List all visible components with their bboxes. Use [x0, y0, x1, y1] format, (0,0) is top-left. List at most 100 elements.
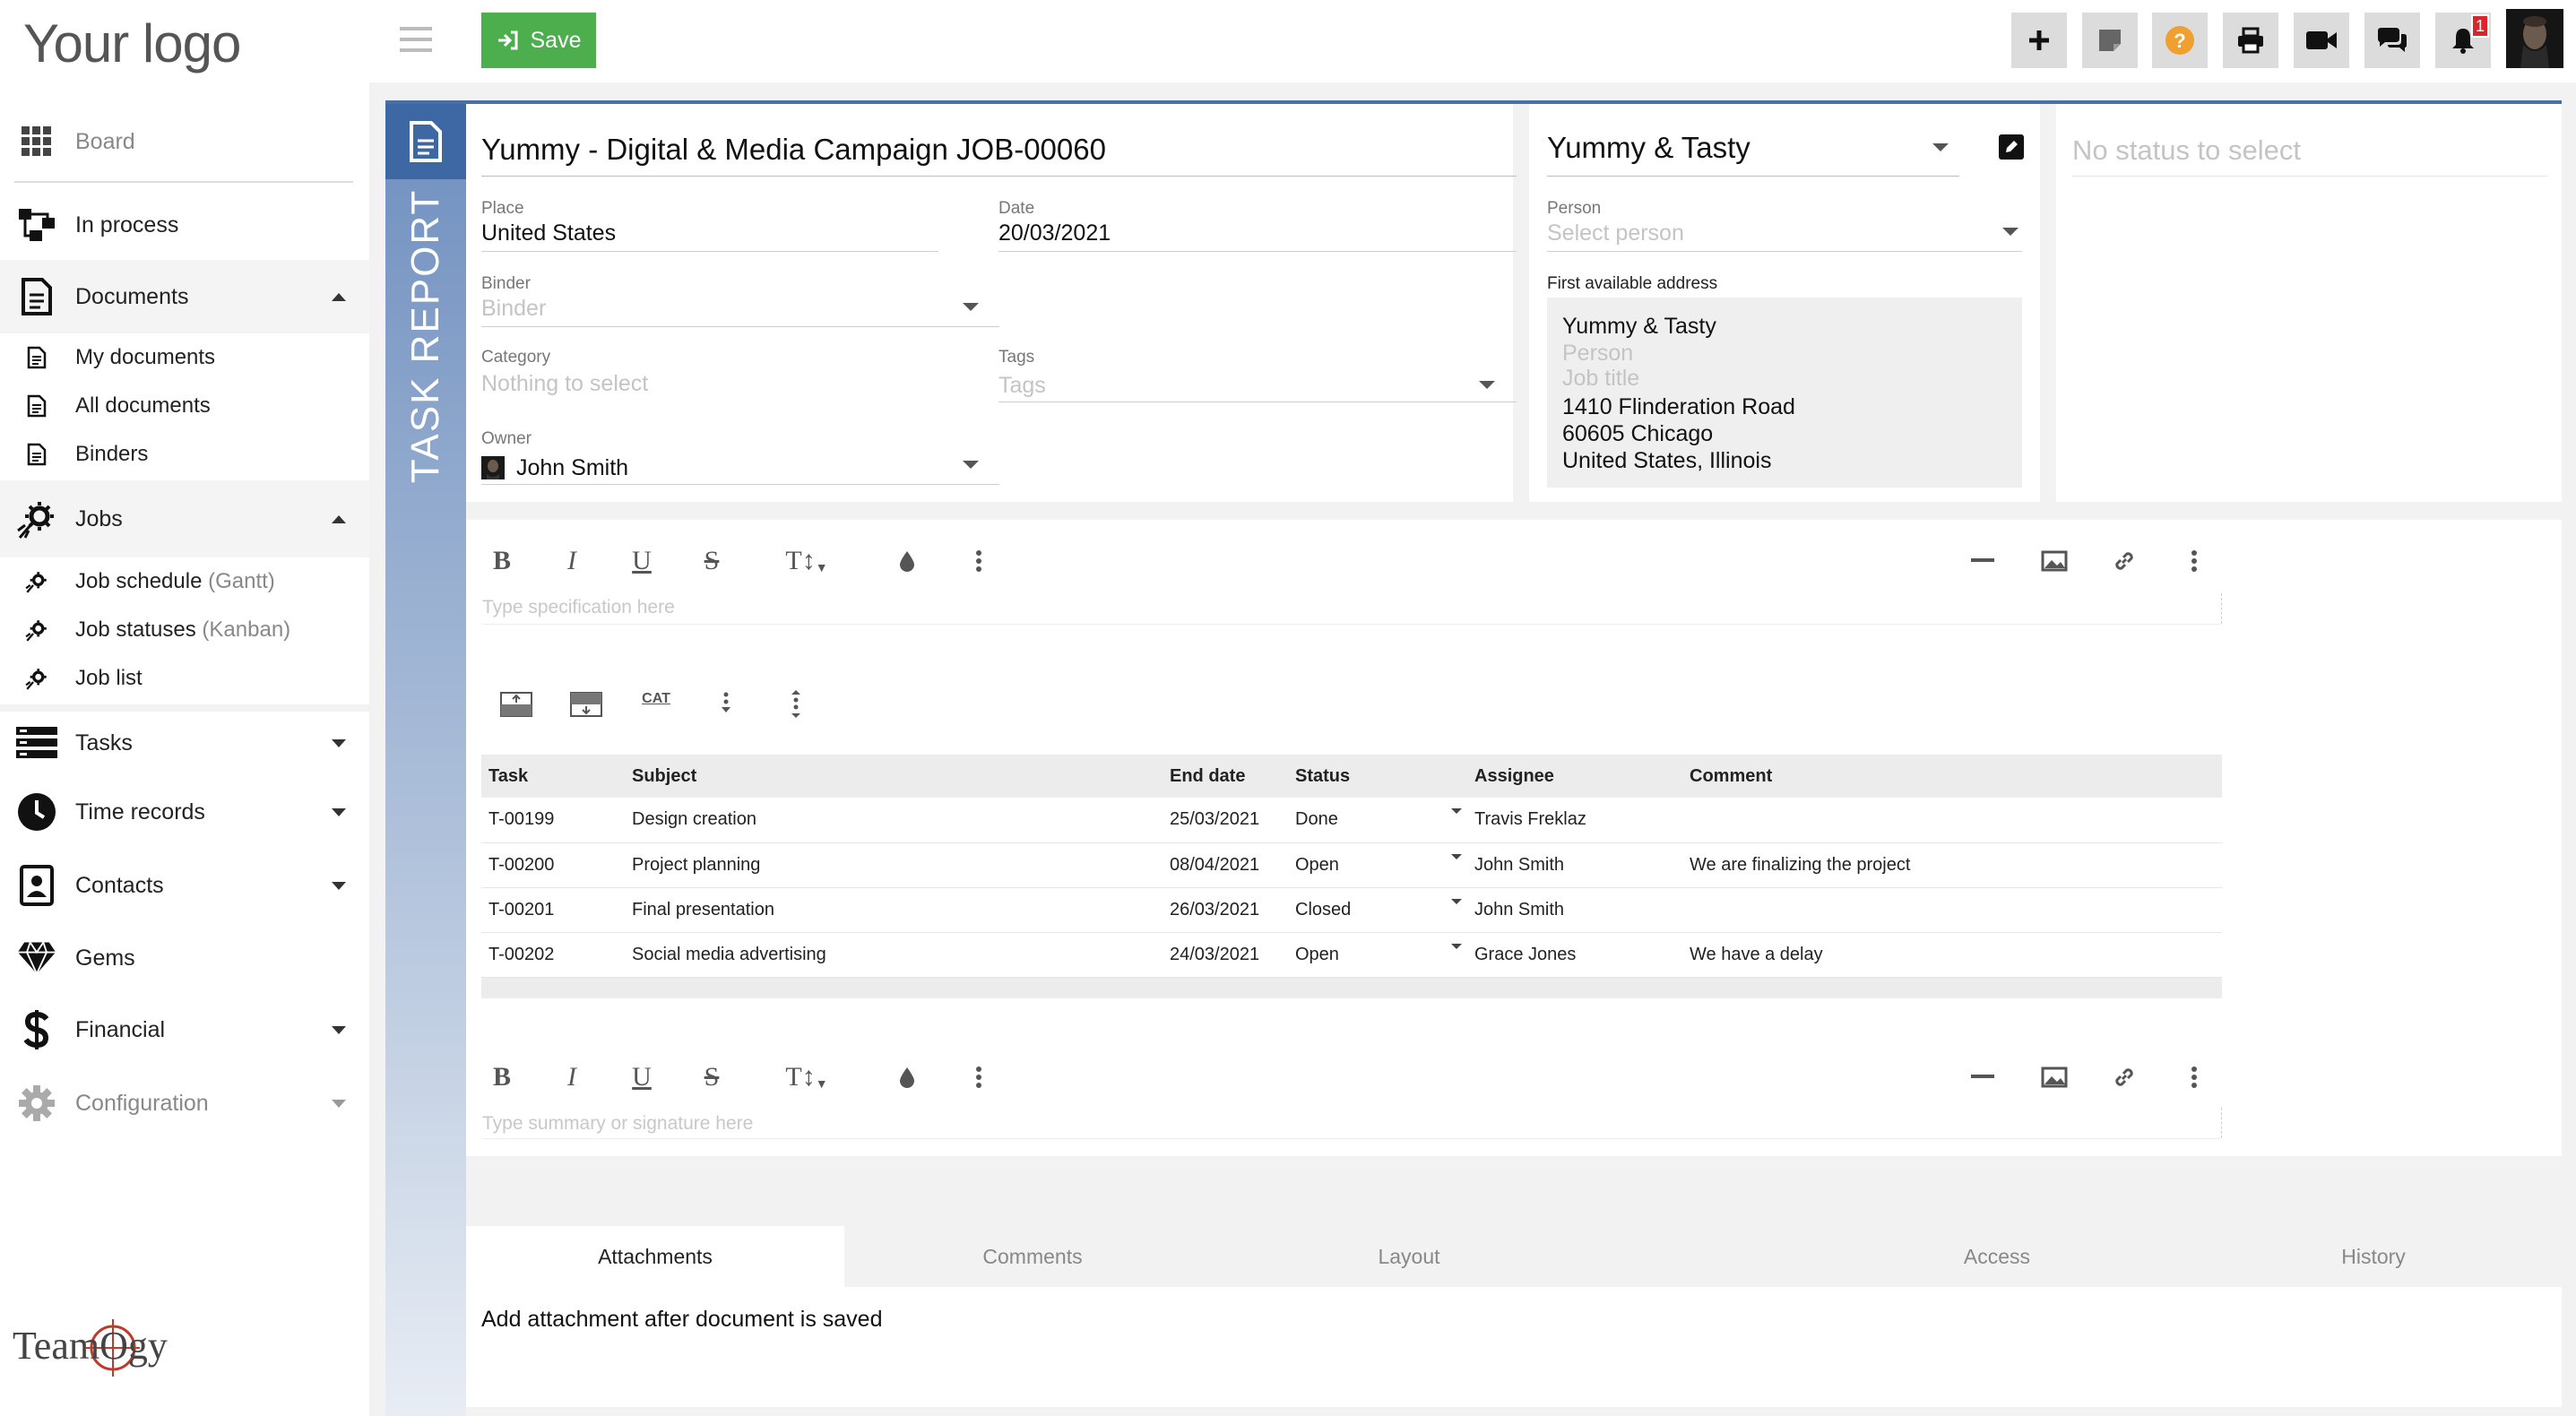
print-button[interactable] — [2223, 13, 2278, 68]
horizontal-rule-icon[interactable] — [1965, 1059, 2001, 1095]
sidebar-item-job-schedule[interactable]: Job schedule (Gantt) — [0, 557, 369, 606]
sidebar-item-financial[interactable]: Financial — [0, 995, 369, 1065]
more-columns-icon[interactable] — [778, 686, 814, 722]
sidebar-item-contacts[interactable]: Contacts — [0, 850, 369, 921]
subject-cell[interactable]: Design creation — [625, 798, 1163, 843]
subject-cell[interactable]: Final presentation — [625, 887, 1163, 933]
move-rows-icon[interactable] — [708, 686, 744, 722]
company-logo[interactable]: Your logo — [23, 13, 241, 74]
sidebar-item-my-documents[interactable]: My documents — [0, 333, 369, 382]
status-select[interactable]: No status to select — [2072, 134, 2301, 167]
status-cell[interactable]: Done — [1288, 798, 1467, 843]
task-id-cell[interactable]: T-00200 — [481, 842, 625, 888]
sidebar-item-tasks[interactable]: Tasks — [0, 704, 369, 774]
place-field[interactable]: United States — [481, 220, 616, 246]
user-avatar[interactable] — [2506, 9, 2563, 68]
tags-select[interactable]: Tags — [998, 373, 1046, 399]
column-header[interactable]: Task — [481, 755, 625, 798]
assignee-cell[interactable]: John Smith — [1467, 842, 1682, 888]
horizontal-rule-icon[interactable] — [1965, 543, 2001, 579]
task-id-cell[interactable]: T-00202 — [481, 932, 625, 978]
assignee-cell[interactable]: Travis Freklaz — [1467, 798, 1682, 843]
sidebar-item-binders[interactable]: Binders — [0, 430, 369, 479]
assignee-cell[interactable]: John Smith — [1467, 887, 1682, 933]
tab-history[interactable]: History — [2185, 1226, 2562, 1287]
image-icon[interactable] — [2036, 543, 2072, 579]
video-button[interactable] — [2294, 13, 2349, 68]
tab-layout[interactable]: Layout — [1221, 1226, 1597, 1287]
end-date-cell[interactable]: 08/04/2021 — [1163, 842, 1288, 888]
chevron-down-icon[interactable] — [1451, 943, 1462, 949]
sidebar-item-in-process[interactable]: In process — [0, 203, 369, 247]
add-button[interactable] — [2011, 13, 2067, 68]
specification-editor[interactable]: Type specification here — [482, 597, 675, 618]
sidebar-item-documents[interactable]: Documents — [0, 260, 369, 333]
bold-icon[interactable]: B — [484, 1059, 520, 1095]
comment-cell[interactable]: We have a delay — [1682, 932, 2222, 978]
table-row[interactable]: T-00202 Social media advertising 24/03/2… — [481, 932, 2222, 978]
owner-select[interactable]: John Smith — [516, 455, 628, 481]
summary-editor[interactable]: Type summary or signature here — [482, 1113, 753, 1135]
insert-row-below-icon[interactable] — [568, 686, 604, 722]
sidebar-item-board[interactable]: Board — [0, 120, 369, 163]
sidebar-item-gems[interactable]: Gems — [0, 923, 369, 993]
more-vertical-icon[interactable] — [961, 1059, 997, 1095]
text-size-icon[interactable]: T↕ ▼ — [783, 543, 830, 579]
column-header[interactable]: Assignee — [1467, 755, 1682, 798]
sidebar-item-job-statuses[interactable]: Job statuses (Kanban) — [0, 606, 369, 654]
sidebar-item-jobs[interactable]: Jobs — [0, 480, 369, 557]
table-row[interactable]: T-00201 Final presentation 26/03/2021 Cl… — [481, 887, 2222, 933]
category-select[interactable]: Nothing to select — [481, 371, 648, 397]
edit-company-button[interactable] — [1999, 134, 2024, 160]
notifications-button[interactable]: 1 — [2435, 13, 2491, 68]
sidebar-item-all-documents[interactable]: All documents — [0, 382, 369, 430]
text-size-icon[interactable]: T↕ ▼ — [783, 1059, 830, 1095]
strikethrough-icon[interactable]: S — [694, 1059, 730, 1095]
help-button[interactable]: ? — [2152, 13, 2208, 68]
sidebar-item-time-records[interactable]: Time records — [0, 776, 369, 848]
bold-icon[interactable]: B — [484, 543, 520, 579]
subject-cell[interactable]: Project planning — [625, 842, 1163, 888]
insert-row-above-icon[interactable] — [498, 686, 534, 722]
color-drop-icon[interactable] — [889, 543, 925, 579]
more-vertical-icon[interactable] — [961, 543, 997, 579]
strikethrough-icon[interactable]: S — [694, 543, 730, 579]
comment-cell[interactable]: We are finalizing the project — [1682, 842, 2222, 888]
more-vertical-icon[interactable] — [2176, 543, 2212, 579]
column-header[interactable]: Comment — [1682, 755, 2222, 798]
company-select[interactable]: Yummy & Tasty — [1547, 131, 1750, 165]
binder-select[interactable]: Binder — [481, 296, 546, 322]
italic-icon[interactable]: I — [554, 1059, 590, 1095]
status-cell[interactable]: Open — [1288, 842, 1467, 888]
chevron-down-icon[interactable] — [1451, 808, 1462, 814]
end-date-cell[interactable]: 24/03/2021 — [1163, 932, 1288, 978]
tab-access[interactable]: Access — [1809, 1226, 2185, 1287]
category-icon[interactable]: CAT — [638, 681, 674, 717]
more-vertical-icon[interactable] — [2176, 1059, 2212, 1095]
end-date-cell[interactable]: 25/03/2021 — [1163, 798, 1288, 843]
table-row[interactable]: T-00200 Project planning 08/04/2021 Open… — [481, 842, 2222, 888]
column-header[interactable]: Subject — [625, 755, 1163, 798]
image-icon[interactable] — [2036, 1059, 2072, 1095]
tab-attachments[interactable]: Attachments — [466, 1226, 844, 1287]
link-icon[interactable] — [2106, 1059, 2142, 1095]
color-drop-icon[interactable] — [889, 1059, 925, 1095]
assignee-cell[interactable]: Grace Jones — [1467, 932, 1682, 978]
link-icon[interactable] — [2106, 543, 2142, 579]
sidebar-item-job-list[interactable]: Job list — [0, 654, 369, 703]
status-cell[interactable]: Open — [1288, 932, 1467, 978]
status-cell[interactable]: Closed — [1288, 887, 1467, 933]
italic-icon[interactable]: I — [554, 543, 590, 579]
sticky-note-button[interactable] — [2082, 13, 2138, 68]
task-id-cell[interactable]: T-00201 — [481, 887, 625, 933]
column-header[interactable]: Status — [1288, 755, 1467, 798]
chat-button[interactable] — [2364, 13, 2420, 68]
table-row[interactable]: T-00199 Design creation 25/03/2021 Done … — [481, 798, 2222, 843]
hamburger-menu-icon[interactable] — [400, 25, 432, 54]
comment-cell[interactable] — [1682, 887, 2222, 933]
tab-comments[interactable]: Comments — [844, 1226, 1221, 1287]
person-select[interactable]: Select person — [1547, 220, 1684, 246]
subject-cell[interactable]: Social media advertising — [625, 932, 1163, 978]
column-header[interactable]: End date — [1163, 755, 1288, 798]
date-field[interactable]: 20/03/2021 — [998, 220, 1111, 246]
